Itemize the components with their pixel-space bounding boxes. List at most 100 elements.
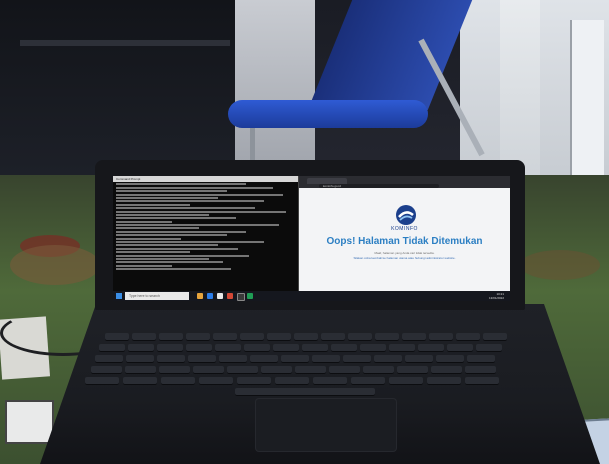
error-help-text: Silakan coba kembali ke halaman utama at… [353,256,456,260]
box-sticker [5,400,54,444]
carpet-pattern [10,245,100,285]
keyboard-key [186,333,210,341]
touchpad [255,398,397,452]
terminal-line [116,234,227,237]
keyboard-key [447,344,473,352]
app-icon[interactable] [247,293,253,299]
address-url: kominfo.go.id [323,184,341,188]
keyboard-key [105,333,129,341]
keyboard-key [331,344,357,352]
keyboard-key [329,366,360,374]
laptop-screen: Command Prompt kominfo.go.id KOMINFO Oop… [113,176,510,301]
carpet-pattern [520,250,600,280]
keyboard-key [193,366,224,374]
taskbar-clock: 10:21 13/01/2022 [489,292,504,300]
edge-icon[interactable] [207,293,213,299]
terminal-output [113,183,298,271]
keyboard-key [159,366,190,374]
browser-window[interactable]: kominfo.go.id KOMINFO Oops! Halaman Tida… [299,176,510,291]
keyboard-key [123,377,157,385]
keyboard-key [95,355,123,363]
terminal-line [116,241,264,244]
keyboard-key [343,355,371,363]
keyboard-key [418,344,444,352]
keyboard-key [227,366,258,374]
photo-scene: Command Prompt kominfo.go.id KOMINFO Oop… [0,0,609,464]
terminal-line [116,190,227,193]
keyboard-key [402,333,426,341]
terminal-line [116,217,237,220]
terminal-line [116,224,279,227]
keyboard-key [431,366,462,374]
folder-icon[interactable] [197,293,203,299]
terminal-line [116,196,218,199]
keyboard-key [132,333,156,341]
terminal-line [116,186,274,189]
keyboard-key [244,344,270,352]
keyboard-key [157,355,185,363]
keyboard-key [161,377,195,385]
keyboard-key [312,355,340,363]
terminal-icon[interactable] [237,293,245,301]
keyboard-key [267,333,291,341]
keyboard-key [159,333,183,341]
terminal-line [116,237,181,240]
store-icon[interactable] [217,293,223,299]
window-pane [570,20,604,200]
keyboard-key [215,344,241,352]
keyboard-key [125,366,156,374]
taskbar: Type here to search 10:21 13/01/2022 [113,291,510,301]
keyboard-key [294,333,318,341]
keyboard-key [91,366,122,374]
keyboard-key [128,344,154,352]
terminal-line [116,244,218,247]
terminal-line [116,227,200,230]
error-message: Maaf, halaman yang Anda cari tidak terse… [374,251,435,255]
terminal-window[interactable]: Command Prompt [113,176,299,291]
terminal-line [116,183,246,186]
terminal-line [116,213,209,216]
keyboard-key [313,377,347,385]
keyboard-key [397,366,428,374]
keyboard-key [302,344,328,352]
terminal-line [116,203,190,206]
terminal-line [116,254,250,257]
keyboard-key [321,333,345,341]
keyboard-key [250,355,278,363]
keyboard-key [186,344,212,352]
chrome-icon[interactable] [227,293,233,299]
windows-start-icon[interactable] [116,293,122,299]
keyboard-key [351,377,385,385]
keyboard-key [374,355,402,363]
keyboard-key [389,377,423,385]
keyboard-key [405,355,433,363]
cabinet-shelf [20,40,230,46]
keyboard-key [157,344,183,352]
keyboard-key [281,355,309,363]
terminal-line [116,257,209,260]
keyboard [85,333,535,396]
terminal-line [116,200,264,203]
keyboard-key [240,333,264,341]
keyboard-key [360,344,386,352]
browser-toolbar: kominfo.go.id [299,176,510,188]
terminal-line [116,264,172,267]
keyboard-key [295,366,326,374]
keyboard-key [436,355,464,363]
spacebar-key [235,388,375,396]
terminal-line [116,251,190,254]
keyboard-key [465,377,499,385]
keyboard-key [465,366,496,374]
keyboard-key [363,366,394,374]
keyboard-key [375,333,399,341]
keyboard-key [188,355,216,363]
keyboard-key [476,344,502,352]
keyboard-key [389,344,415,352]
brand-name: KOMINFO [391,226,418,232]
keyboard-key [467,355,495,363]
blue-chair-seat [228,100,428,128]
terminal-titlebar: Command Prompt [113,176,298,182]
terminal-line [116,247,239,250]
keyboard-key [126,355,154,363]
taskbar-date: 13/01/2022 [488,296,504,300]
